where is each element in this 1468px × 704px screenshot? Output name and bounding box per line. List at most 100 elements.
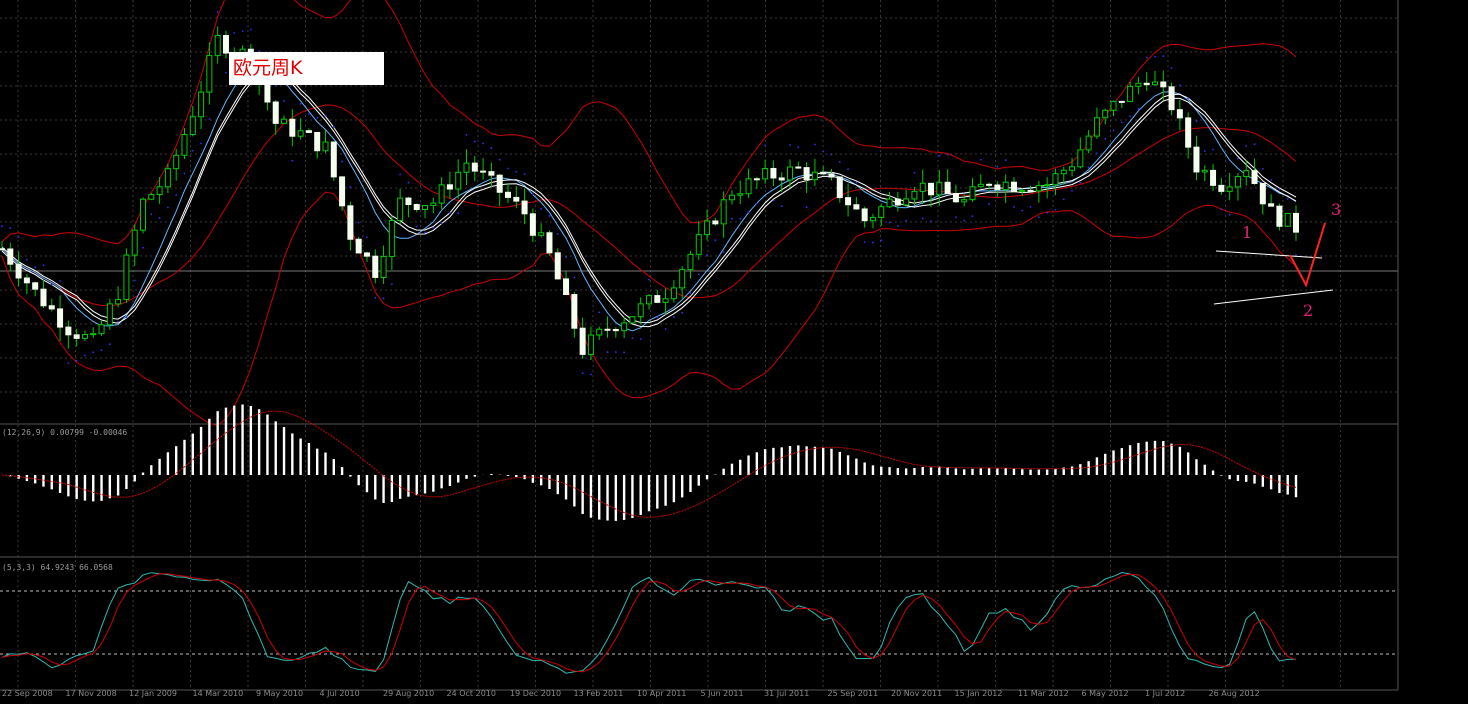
sar-dot [1120,121,1123,124]
candle-body [1201,169,1208,173]
candle-body [222,35,229,54]
candle-body [878,206,885,218]
candle-body [529,213,536,236]
candle-body [272,101,279,124]
candle-body [778,177,785,181]
sar-dot [614,351,617,353]
sar-dot [291,159,294,162]
candle-body [388,220,395,257]
sar-dot [996,165,999,168]
candle-body [1019,189,1026,192]
candle-body [214,35,221,57]
candle-body [355,238,362,254]
candle-body [1259,182,1266,205]
candle-body [845,197,852,206]
sar-dot [1096,152,1098,155]
wave-label-2: 2 [1303,301,1313,320]
x-tick-label: 5 Jun 2011 [700,689,744,698]
candle-body [189,116,196,135]
sar-dot [706,254,708,256]
sar-dot [158,217,161,220]
sar-dot [855,181,858,184]
candle-body [670,287,677,300]
candle-body [206,55,213,93]
candle-body [928,182,935,196]
sar-dot [507,167,509,170]
sar-dot [905,219,908,222]
sar-dot [374,296,377,299]
sar-dot [225,71,227,74]
x-tick-label: 13 Feb 2011 [573,689,624,698]
sar-dot [606,351,609,353]
candle-body [123,254,130,301]
sar-dot [498,158,501,161]
sar-dot [133,279,136,282]
sar-dot [921,217,924,220]
trendline-lower [1213,289,1334,305]
x-tick-label: 12 Jan 2009 [129,689,177,698]
candle-body [612,328,619,332]
candle-body [762,167,769,180]
candle-body [952,193,959,203]
sar-dot [1079,181,1082,184]
sar-dot [780,205,783,208]
sar-dot [17,236,20,239]
sar-dot [1104,137,1107,140]
sar-dot [324,114,327,117]
sar-dot [316,116,319,119]
candle-body [1251,170,1258,184]
x-tick-label: 22 Sep 2008 [2,689,53,698]
candle-body [1210,169,1217,186]
ma-white-line-1 [1,68,1297,324]
candle-body [1218,184,1225,192]
candle-body [73,334,80,339]
sar-dot [1145,56,1148,59]
sar-dot [888,221,891,224]
sar-dot [366,236,368,239]
candle-body [1243,170,1250,178]
x-tick-label: 19 Dec 2010 [510,689,562,698]
sar-dot [1278,188,1281,191]
candle-body [1284,212,1291,227]
candle-body [1110,100,1117,111]
candle-body [48,305,55,310]
sar-dot [747,211,750,214]
sar-dot [424,231,426,234]
sar-dot [1021,209,1024,212]
sar-dot [515,170,518,173]
sar-dot [971,215,974,218]
sar-dot [117,320,120,323]
candle-body [372,255,379,278]
sar-dot [299,102,302,105]
candle-body [969,186,976,201]
candle-body [679,269,686,289]
sar-dot [979,158,982,161]
sar-dot [465,133,468,136]
sar-dot [1237,157,1239,160]
sar-dot [830,153,833,156]
candle-body [986,183,993,186]
candle-body [903,198,910,206]
sar-dot [150,213,153,216]
sar-dot [764,144,767,147]
wave-label-1: 1 [1242,223,1252,242]
sar-dot [382,297,385,300]
chart: 1 2 3 欧元周K (12,26,9) 0.00799 -0.00046 (5,3… [0,0,1468,700]
candle-body [554,252,561,280]
candle-body [314,131,321,152]
bollinger-middle-line [1,104,1297,307]
sar-dot [581,372,584,375]
candle-body [496,174,503,193]
candle-body [811,171,818,181]
candle-body [587,334,594,355]
candle-body [1135,82,1142,87]
sar-dot [241,30,244,32]
candle-body [803,167,810,181]
sar-dot [34,266,37,269]
candle-body [1035,185,1042,192]
sar-dot [714,239,717,242]
sar-dot [125,316,128,319]
candle-body [1268,203,1275,207]
candle-body [687,253,694,271]
x-tick-label: 14 Mar 2010 [192,689,244,698]
